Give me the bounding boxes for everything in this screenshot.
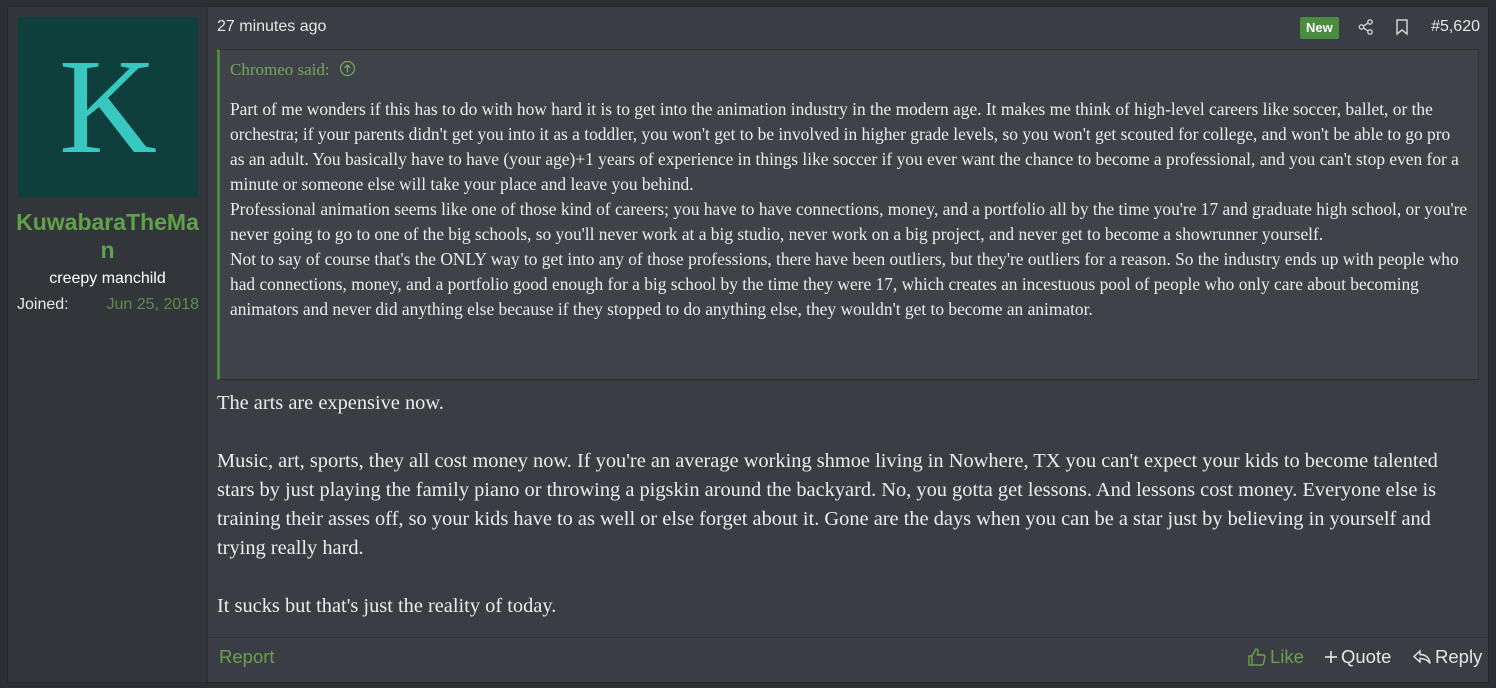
quote-author[interactable]: Chromeo said: (230, 60, 356, 82)
post-message: The arts are expensive now. Music, art, … (217, 389, 1479, 650)
user-title: creepy manchild (49, 270, 166, 287)
quote-paragraph: Part of me wonders if this has to do wit… (230, 99, 1459, 194)
quote-paragraph: Not to say of course that's the ONLY way… (230, 249, 1459, 319)
footer-divider (207, 637, 1488, 638)
plus-icon (1324, 650, 1341, 664)
message-paragraph: It sucks but that's just the reality of … (217, 595, 557, 617)
like-button[interactable]: Like (1247, 646, 1304, 668)
reply-label: Reply (1435, 646, 1483, 667)
message-paragraph: Music, art, sports, they all cost money … (217, 450, 1438, 559)
quote-author-label[interactable]: Chromeo said: (230, 60, 330, 79)
joined-label: Joined: (17, 296, 69, 313)
avatar[interactable]: K (18, 17, 198, 197)
quote-text: Part of me wonders if this has to do wit… (230, 97, 1468, 322)
bookmark-icon[interactable] (1393, 18, 1411, 36)
reply-button[interactable]: Reply (1412, 646, 1482, 668)
post-timestamp[interactable]: 27 minutes ago (217, 18, 326, 36)
share-icon[interactable] (1357, 18, 1375, 36)
quote-button[interactable]: Quote (1324, 646, 1391, 668)
quote-block: Chromeo said: Part of me wonders if this… (217, 49, 1479, 380)
quote-paragraph: Professional animation seems like one of… (230, 199, 1468, 244)
user-sidebar: K KuwabaraTheMan creepy manchild Joined:… (8, 7, 208, 682)
post-main: 27 minutes ago New #5,620 Chromeo said: (207, 7, 1488, 682)
jump-to-quote-icon[interactable] (339, 60, 356, 82)
message-paragraph: The arts are expensive now. (217, 392, 444, 414)
report-link[interactable]: Report (219, 646, 275, 668)
new-badge: New (1300, 17, 1339, 39)
forum-post: K KuwabaraTheMan creepy manchild Joined:… (7, 6, 1489, 683)
thumbs-up-icon (1247, 647, 1270, 667)
joined-date: Jun 25, 2018 (106, 296, 199, 313)
quote-label: Quote (1341, 646, 1392, 667)
post-number-link[interactable]: #5,620 (1431, 18, 1480, 36)
reply-arrow-icon (1412, 648, 1435, 666)
username-link[interactable]: KuwabaraTheMan (14, 208, 201, 264)
like-label: Like (1270, 646, 1304, 667)
